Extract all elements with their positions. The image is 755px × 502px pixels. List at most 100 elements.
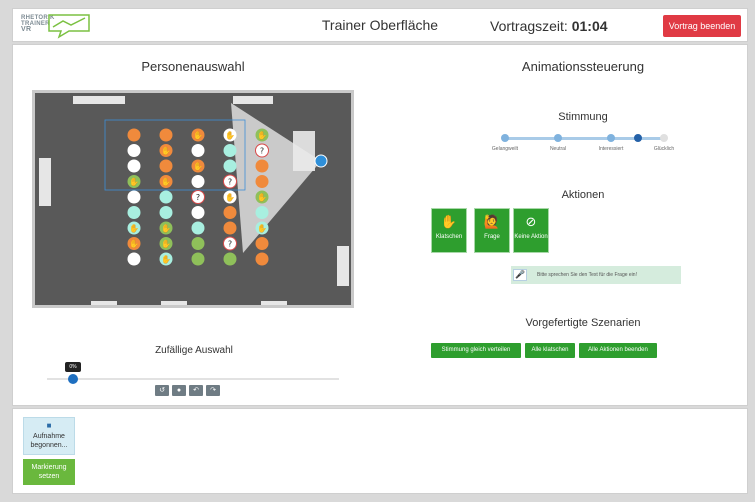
clap-marker-icon: ✋: [161, 177, 171, 187]
clap-marker-icon: ✋: [129, 239, 139, 249]
selection-toolbar: ↺ ● ↶ ↷: [155, 385, 220, 396]
clap-marker-icon: ✋: [161, 223, 171, 233]
window-bottom-3: [261, 301, 287, 305]
trainer-position-marker: [314, 154, 328, 168]
mood-level-happy[interactable]: [660, 134, 668, 142]
speak-prompt-text: Bitte sprechen Sie den Text für die Frag…: [537, 272, 637, 278]
audience-seat: [127, 128, 141, 142]
no-action-icon: ⊘: [525, 214, 537, 229]
redo-icon[interactable]: ↷: [206, 385, 220, 396]
audience-seat: [159, 159, 173, 173]
audience-seat: [223, 221, 237, 235]
no-action-label: Keine Aktion: [514, 234, 548, 240]
no-action-button[interactable]: ⊘ Keine Aktion: [513, 208, 549, 253]
audience-seat: [159, 128, 173, 142]
audience-seat: [127, 159, 141, 173]
scenarios-heading: Vorgefertigte Szenarien: [525, 317, 641, 329]
audience-seat: [127, 190, 141, 204]
undo-icon[interactable]: ↶: [189, 385, 203, 396]
clap-label: Klatschen: [435, 234, 463, 240]
mood-label-bored: Gelangweilt: [491, 146, 519, 152]
clap-icon: ✋: [440, 214, 458, 229]
audience-seat: [223, 252, 237, 266]
end-talk-button[interactable]: Vortrag beenden: [663, 15, 741, 37]
question-marker-icon: ?: [228, 178, 232, 187]
audience-seat: [191, 237, 205, 250]
question-button[interactable]: 🙋 Frage: [474, 208, 510, 253]
random-slider-value: 0%: [65, 362, 81, 372]
mood-slider-handle[interactable]: [634, 134, 642, 142]
audience-seat: [127, 144, 141, 157]
clap-marker-icon: ✋: [129, 223, 139, 233]
actions-heading: Aktionen: [561, 189, 605, 201]
microphone-icon[interactable]: 🎤: [513, 269, 527, 281]
crowd-icon[interactable]: ●: [172, 385, 186, 396]
distribute-mood-button[interactable]: Stimmung gleich verteilen: [431, 343, 521, 358]
clap-marker-icon: ✋: [161, 146, 171, 156]
window-top-right: [233, 96, 273, 104]
audience-seat: [191, 144, 205, 157]
audience-seat: [159, 190, 173, 204]
mood-level-interested[interactable]: [607, 134, 615, 142]
people-selection-heading: Personenauswahl: [141, 59, 245, 74]
clap-marker-icon: ✋: [129, 177, 139, 187]
mood-label-neutral: Neutral: [549, 146, 567, 152]
classroom-svg: ✋ ✋ ✋ ✋ ? ✋ ✋ ✋?? ✋ ✋ ✋ ✋ ✋ ✋ ✋ ? ✋: [39, 96, 349, 305]
recording-label: Aufnahme begonnen...: [30, 433, 68, 449]
clap-marker-icon: ✋: [257, 223, 267, 233]
audience-seat: [127, 252, 141, 266]
mood-label-happy: Glücklich: [653, 146, 675, 152]
all-clap-button[interactable]: Alle klatschen: [525, 343, 575, 358]
mood-level-neutral[interactable]: [554, 134, 562, 142]
clap-marker-icon: ✋: [257, 192, 267, 202]
recording-button[interactable]: ■ Aufnahme begonnen...: [23, 417, 75, 455]
top-bar: RHETORIK TRAINER VR Trainer Oberfläche V…: [12, 8, 748, 42]
mood-heading: Stimmung: [558, 111, 608, 123]
audience-seat: [159, 206, 173, 219]
view-cone: [231, 103, 321, 253]
bottom-panel: ■ Aufnahme begonnen... Markierung setzen: [12, 408, 748, 494]
audience-seat: [255, 206, 269, 219]
random-selection-heading: Zufällige Auswahl: [155, 345, 233, 356]
question-marker-icon: ?: [260, 147, 264, 156]
door-right: [337, 246, 349, 286]
random-slider-track[interactable]: [47, 378, 339, 380]
reset-icon[interactable]: ↺: [155, 385, 169, 396]
window-bottom-1: [91, 301, 117, 305]
audience-seat: [255, 252, 269, 266]
question-person-icon: 🙋: [483, 214, 501, 229]
audience-seat: [191, 175, 205, 188]
audience-seat: [191, 206, 205, 219]
clap-marker-icon: ✋: [161, 254, 171, 264]
audience-seat: [255, 237, 269, 250]
question-label: Frage: [484, 234, 500, 240]
audience-seat: [127, 206, 141, 219]
animation-control-heading: Animationssteuerung: [521, 59, 645, 74]
page-title: Trainer Oberfläche: [321, 17, 439, 33]
door-left: [39, 158, 51, 206]
end-all-actions-button[interactable]: Alle Aktionen beenden: [579, 343, 657, 358]
window-bottom-2: [161, 301, 187, 305]
window-top-left: [73, 96, 125, 104]
clap-marker-icon: ✋: [225, 192, 235, 202]
clap-marker-icon: ✋: [193, 130, 203, 140]
classroom-map[interactable]: ✋ ✋ ✋ ✋? ✋ ✋ ✋?? ✋ ✋ ✋ ✋ ✋ ✋ ✋? ✋: [32, 90, 354, 308]
mood-label-interested: Interessiert: [598, 146, 624, 152]
clap-marker-icon: ✋: [193, 161, 203, 171]
audience-seat: [223, 144, 237, 157]
talk-time-value: 01:04: [571, 18, 608, 34]
set-marker-button[interactable]: Markierung setzen: [23, 459, 75, 485]
audience-seat: [223, 206, 237, 219]
main-panel: Personenauswahl ✋ ✋ ✋ ✋? ✋ ✋ ✋?? ✋ ✋ ✋ ✋ ✋ ✋ ✋? ✋ Zufä…: [12, 44, 748, 406]
question-marker-icon: ?: [228, 240, 232, 249]
random-slider-handle[interactable]: [68, 374, 78, 384]
mood-level-bored[interactable]: [501, 134, 509, 142]
clap-marker-icon: ✋: [225, 130, 235, 140]
audience-seat: [255, 175, 269, 188]
clap-marker-icon: ✋: [161, 239, 171, 249]
question-marker-icon: ?: [196, 193, 200, 202]
clap-button[interactable]: ✋ Klatschen: [431, 208, 467, 253]
clap-marker-icon: ✋: [257, 130, 267, 140]
audience-seat: [191, 252, 205, 266]
video-camera-icon: ■: [46, 421, 52, 430]
